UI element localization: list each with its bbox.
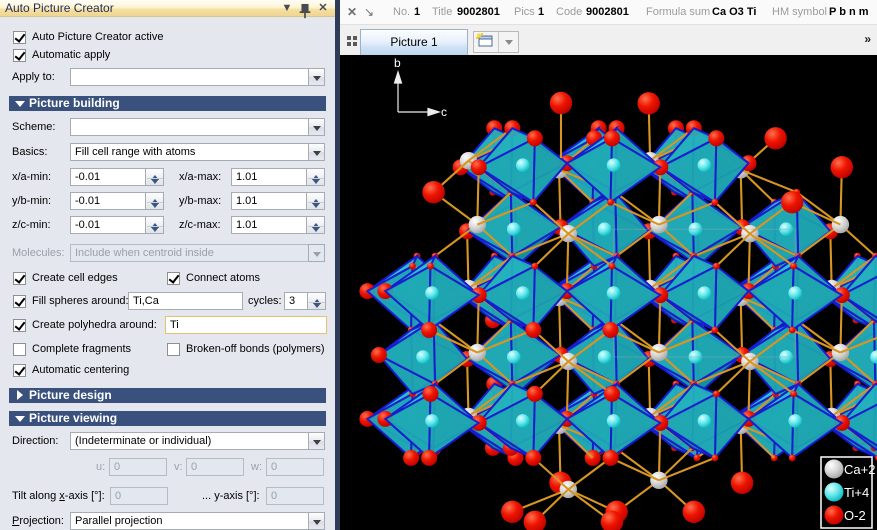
svg-text:O-2: O-2 [844, 508, 866, 523]
svg-text:Ca+2: Ca+2 [844, 462, 875, 477]
svg-text:b: b [394, 56, 401, 70]
svg-text:c: c [441, 105, 447, 119]
svg-text:Ti+4: Ti+4 [844, 485, 869, 500]
